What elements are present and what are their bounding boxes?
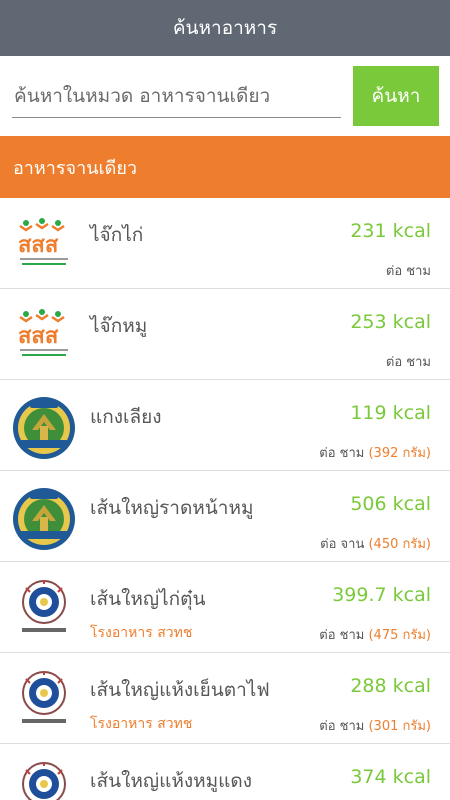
svg-text:สสส: สสส	[18, 324, 59, 349]
portion-unit: ต่อ จาน	[320, 537, 365, 552]
category-header: อาหารจานเดียว	[0, 136, 450, 198]
search-button[interactable]: ค้นหา	[353, 66, 439, 126]
food-kcal: 399.7 kcal	[332, 584, 431, 606]
food-source: โรงอาหาร สวทช	[90, 716, 193, 732]
food-portion: ต่อ ชาม	[386, 260, 431, 281]
food-kcal: 253 kcal	[350, 311, 431, 333]
food-portion: ต่อ ชาม (392 กรัม)	[319, 442, 431, 463]
portion-unit: ต่อ ชาม	[385, 264, 431, 279]
thaihealth-logo: สสส	[12, 214, 76, 274]
food-kcal: 288 kcal	[350, 675, 431, 697]
food-list-item[interactable]: สสส ไจ๊กไก่ 231 kcal ต่อ ชาม	[0, 198, 450, 289]
food-list-item[interactable]: เส้นใหญ่ไก่ตุ๋น โรงอาหาร สวทช 399.7 kcal…	[0, 562, 450, 653]
nutrition-institute-logo	[12, 760, 76, 800]
search-row: ค้นหา	[0, 56, 450, 136]
thaihealth-logo: สสส	[12, 305, 76, 365]
food-kcal: 231 kcal	[350, 220, 431, 242]
category-label: อาหารจานเดียว	[13, 157, 138, 179]
food-kcal: 506 kcal	[350, 493, 431, 515]
health-dept-seal	[12, 487, 76, 550]
search-input[interactable]	[12, 84, 341, 107]
food-portion: ต่อ ชาม (301 กรัม)	[319, 715, 431, 736]
food-list: สสส ไจ๊กไก่ 231 kcal ต่อ ชาม สสส ไจ๊กหมู…	[0, 198, 450, 800]
portion-unit: ต่อ ชาม	[385, 355, 431, 370]
svg-text:สสส: สสส	[18, 233, 59, 258]
portion-grams: (450 กรัม)	[368, 537, 431, 552]
food-name: ไจ๊กไก่	[90, 224, 144, 246]
portion-unit: ต่อ ชาม	[319, 628, 365, 643]
food-portion: ต่อ ชาม	[386, 351, 431, 372]
food-list-item[interactable]: แกงเลียง 119 kcal ต่อ ชาม (392 กรัม)	[0, 380, 450, 471]
health-dept-seal	[12, 396, 76, 459]
app-bar: ค้นหาอาหาร	[0, 0, 450, 56]
food-list-item[interactable]: สสส ไจ๊กหมู 253 kcal ต่อ ชาม	[0, 289, 450, 380]
portion-grams: (475 กรัม)	[368, 628, 431, 643]
food-list-item[interactable]: เส้นใหญ่แห้งเย็นตาไฟ โรงอาหาร สวทช 288 k…	[0, 653, 450, 744]
food-kcal: 374 kcal	[350, 766, 431, 788]
portion-unit: ต่อ ชาม	[319, 719, 365, 734]
food-name: ไจ๊กหมู	[90, 315, 148, 337]
nutrition-institute-logo	[12, 669, 76, 729]
food-name: เส้นใหญ่ราดหน้าหมู	[90, 497, 254, 519]
food-portion: ต่อ จาน (450 กรัม)	[320, 533, 431, 554]
food-portion: ต่อ ชาม (475 กรัม)	[319, 624, 431, 645]
page-title: ค้นหาอาหาร	[172, 17, 278, 39]
food-name: เส้นใหญ่แห้งหมูแดง	[90, 770, 253, 792]
food-name: แกงเลียง	[90, 406, 162, 428]
portion-grams: (392 กรัม)	[368, 446, 431, 461]
search-field	[12, 74, 341, 118]
nutrition-institute-logo	[12, 578, 76, 638]
food-name: เส้นใหญ่ไก่ตุ๋น	[90, 588, 206, 610]
portion-unit: ต่อ ชาม	[319, 446, 365, 461]
food-list-item[interactable]: เส้นใหญ่แห้งหมูแดง 374 kcal	[0, 744, 450, 800]
food-list-item[interactable]: เส้นใหญ่ราดหน้าหมู 506 kcal ต่อ จาน (450…	[0, 471, 450, 562]
food-kcal: 119 kcal	[350, 402, 431, 424]
food-name: เส้นใหญ่แห้งเย็นตาไฟ	[90, 679, 270, 701]
portion-grams: (301 กรัม)	[368, 719, 431, 734]
food-source: โรงอาหาร สวทช	[90, 625, 193, 641]
